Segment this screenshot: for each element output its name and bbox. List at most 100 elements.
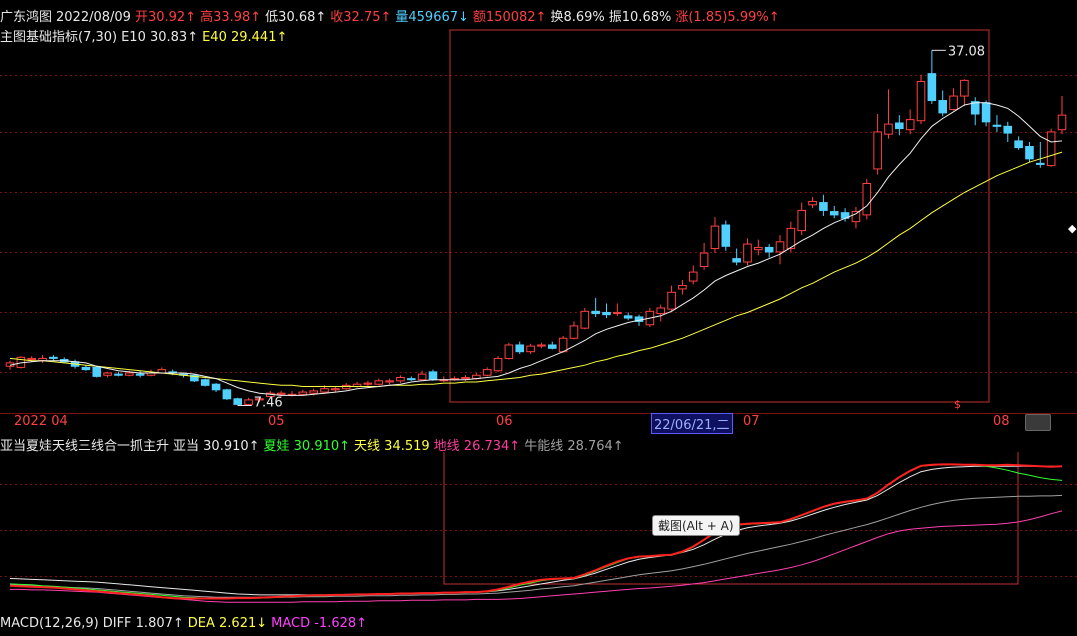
macd-bar: MACD(12,26,9) DIFF 1.807↑ DEA 2.621↓ MACD -…: [0, 616, 371, 631]
candle-body[interactable]: [819, 202, 828, 211]
candle-body[interactable]: [1014, 140, 1023, 149]
candle-body[interactable]: [103, 372, 112, 376]
candlestick-chart[interactable]: 37.08 7.46: [0, 0, 1077, 412]
candle-body[interactable]: [1036, 162, 1045, 165]
candle-body[interactable]: [406, 378, 416, 381]
axis-ticks: [0, 413, 1077, 414]
candle-body[interactable]: [884, 123, 893, 135]
candle-body[interactable]: [613, 311, 622, 315]
candle-body[interactable]: [829, 211, 839, 216]
candle-body[interactable]: [363, 382, 373, 385]
axis-label-jun: 06: [496, 414, 513, 429]
candle-body[interactable]: [678, 285, 687, 290]
candle-body[interactable]: [374, 380, 384, 385]
candle-body[interactable]: [775, 241, 785, 253]
candle-body[interactable]: [688, 271, 698, 282]
candle-body[interactable]: [428, 371, 438, 381]
axis-label-aug: 08: [993, 414, 1010, 429]
candle-body[interactable]: [385, 380, 394, 383]
candle-body[interactable]: [461, 376, 470, 380]
candle-body[interactable]: [320, 388, 329, 393]
candle-body[interactable]: [331, 388, 340, 391]
ma-short-line: [9, 102, 1063, 396]
candle-body[interactable]: [938, 100, 947, 114]
candle-body[interactable]: [309, 390, 318, 394]
candle-body[interactable]: [591, 310, 600, 315]
low-label: 7.46: [254, 396, 283, 411]
candle-body[interactable]: [396, 376, 405, 382]
candle-body[interactable]: [1046, 131, 1056, 167]
candle-body[interactable]: [298, 391, 308, 395]
arrow-left-icon[interactable]: ◆: [1068, 222, 1076, 235]
high-label: 37.08: [948, 44, 985, 59]
candle-body[interactable]: [558, 337, 568, 353]
candle-body[interactable]: [699, 252, 709, 267]
candle-body[interactable]: [222, 389, 232, 400]
dollar-marker: $: [954, 398, 961, 411]
candle-body[interactable]: [341, 384, 351, 390]
time-axis[interactable]: 2022 04 05 06 22/06/21,二 07 08: [0, 413, 1077, 434]
candle-body[interactable]: [504, 344, 514, 359]
macd-name[interactable]: MACD(12,26,9): [0, 616, 99, 631]
candle-body[interactable]: [244, 399, 253, 405]
sub-indicator-chart[interactable]: [0, 452, 1077, 618]
candle-body[interactable]: [135, 373, 145, 376]
candle-body[interactable]: [81, 366, 91, 371]
candle-body[interactable]: [1057, 114, 1067, 131]
candle-body[interactable]: [710, 225, 720, 250]
candle-body[interactable]: [233, 398, 243, 405]
macd-value: MACD -1.628↑: [271, 616, 368, 631]
candle-body[interactable]: [873, 131, 882, 170]
candle-body[interactable]: [960, 79, 969, 97]
candle-body[interactable]: [526, 345, 535, 353]
candle-body[interactable]: [602, 311, 611, 316]
candle-body[interactable]: [851, 211, 861, 223]
candles: [5, 50, 1067, 406]
candle-body[interactable]: [417, 373, 427, 381]
candle-body[interactable]: [125, 372, 134, 376]
candle-body[interactable]: [547, 344, 557, 349]
candle-body[interactable]: [1003, 125, 1013, 134]
candle-body[interactable]: [211, 383, 221, 391]
candle-body[interactable]: [493, 357, 503, 372]
candle-body[interactable]: [764, 246, 774, 253]
candle-body[interactable]: [276, 392, 286, 395]
candle-body[interactable]: [992, 124, 1002, 127]
extreme-labels: 37.08 7.46: [237, 44, 985, 411]
candle-body[interactable]: [49, 356, 58, 359]
candle-body[interactable]: [981, 102, 991, 123]
candle-body[interactable]: [114, 373, 123, 376]
candle-body[interactable]: [916, 80, 926, 122]
candle-body[interactable]: [27, 357, 36, 361]
ma-long-line: [9, 151, 1063, 387]
axis-label-apr: 2022 04: [14, 414, 68, 429]
candle-body[interactable]: [743, 243, 752, 263]
candle-body[interactable]: [797, 209, 807, 232]
candle-body[interactable]: [580, 310, 590, 329]
dea-value: DEA 2.621↓: [187, 616, 268, 631]
screenshot-tooltip: 截图(Alt + A): [652, 515, 740, 536]
diff-value: DIFF 1.807↑: [102, 616, 184, 631]
candle-body[interactable]: [667, 291, 676, 310]
candle-body[interactable]: [754, 246, 763, 251]
selected-date: 22/06/21,二: [651, 413, 733, 434]
candle-body[interactable]: [721, 224, 731, 247]
candle-body[interactable]: [482, 369, 492, 376]
candle-body[interactable]: [905, 119, 915, 131]
candle-body[interactable]: [623, 315, 633, 319]
candle-body[interactable]: [862, 183, 872, 216]
candle-body[interactable]: [1025, 146, 1034, 160]
candle-body[interactable]: [927, 73, 937, 102]
candle-body[interactable]: [808, 200, 817, 206]
candle-body[interactable]: [895, 122, 904, 130]
candle-body[interactable]: [537, 344, 546, 347]
candle-body[interactable]: [732, 258, 741, 263]
scroll-thumb[interactable]: [1025, 414, 1051, 431]
candle-body[interactable]: [569, 325, 579, 339]
axis-label-may: 05: [268, 414, 285, 429]
candle-body[interactable]: [515, 344, 525, 353]
candle-body[interactable]: [949, 95, 958, 111]
candle-body[interactable]: [92, 366, 102, 377]
candle-body[interactable]: [656, 307, 666, 315]
candle-body[interactable]: [200, 379, 210, 386]
